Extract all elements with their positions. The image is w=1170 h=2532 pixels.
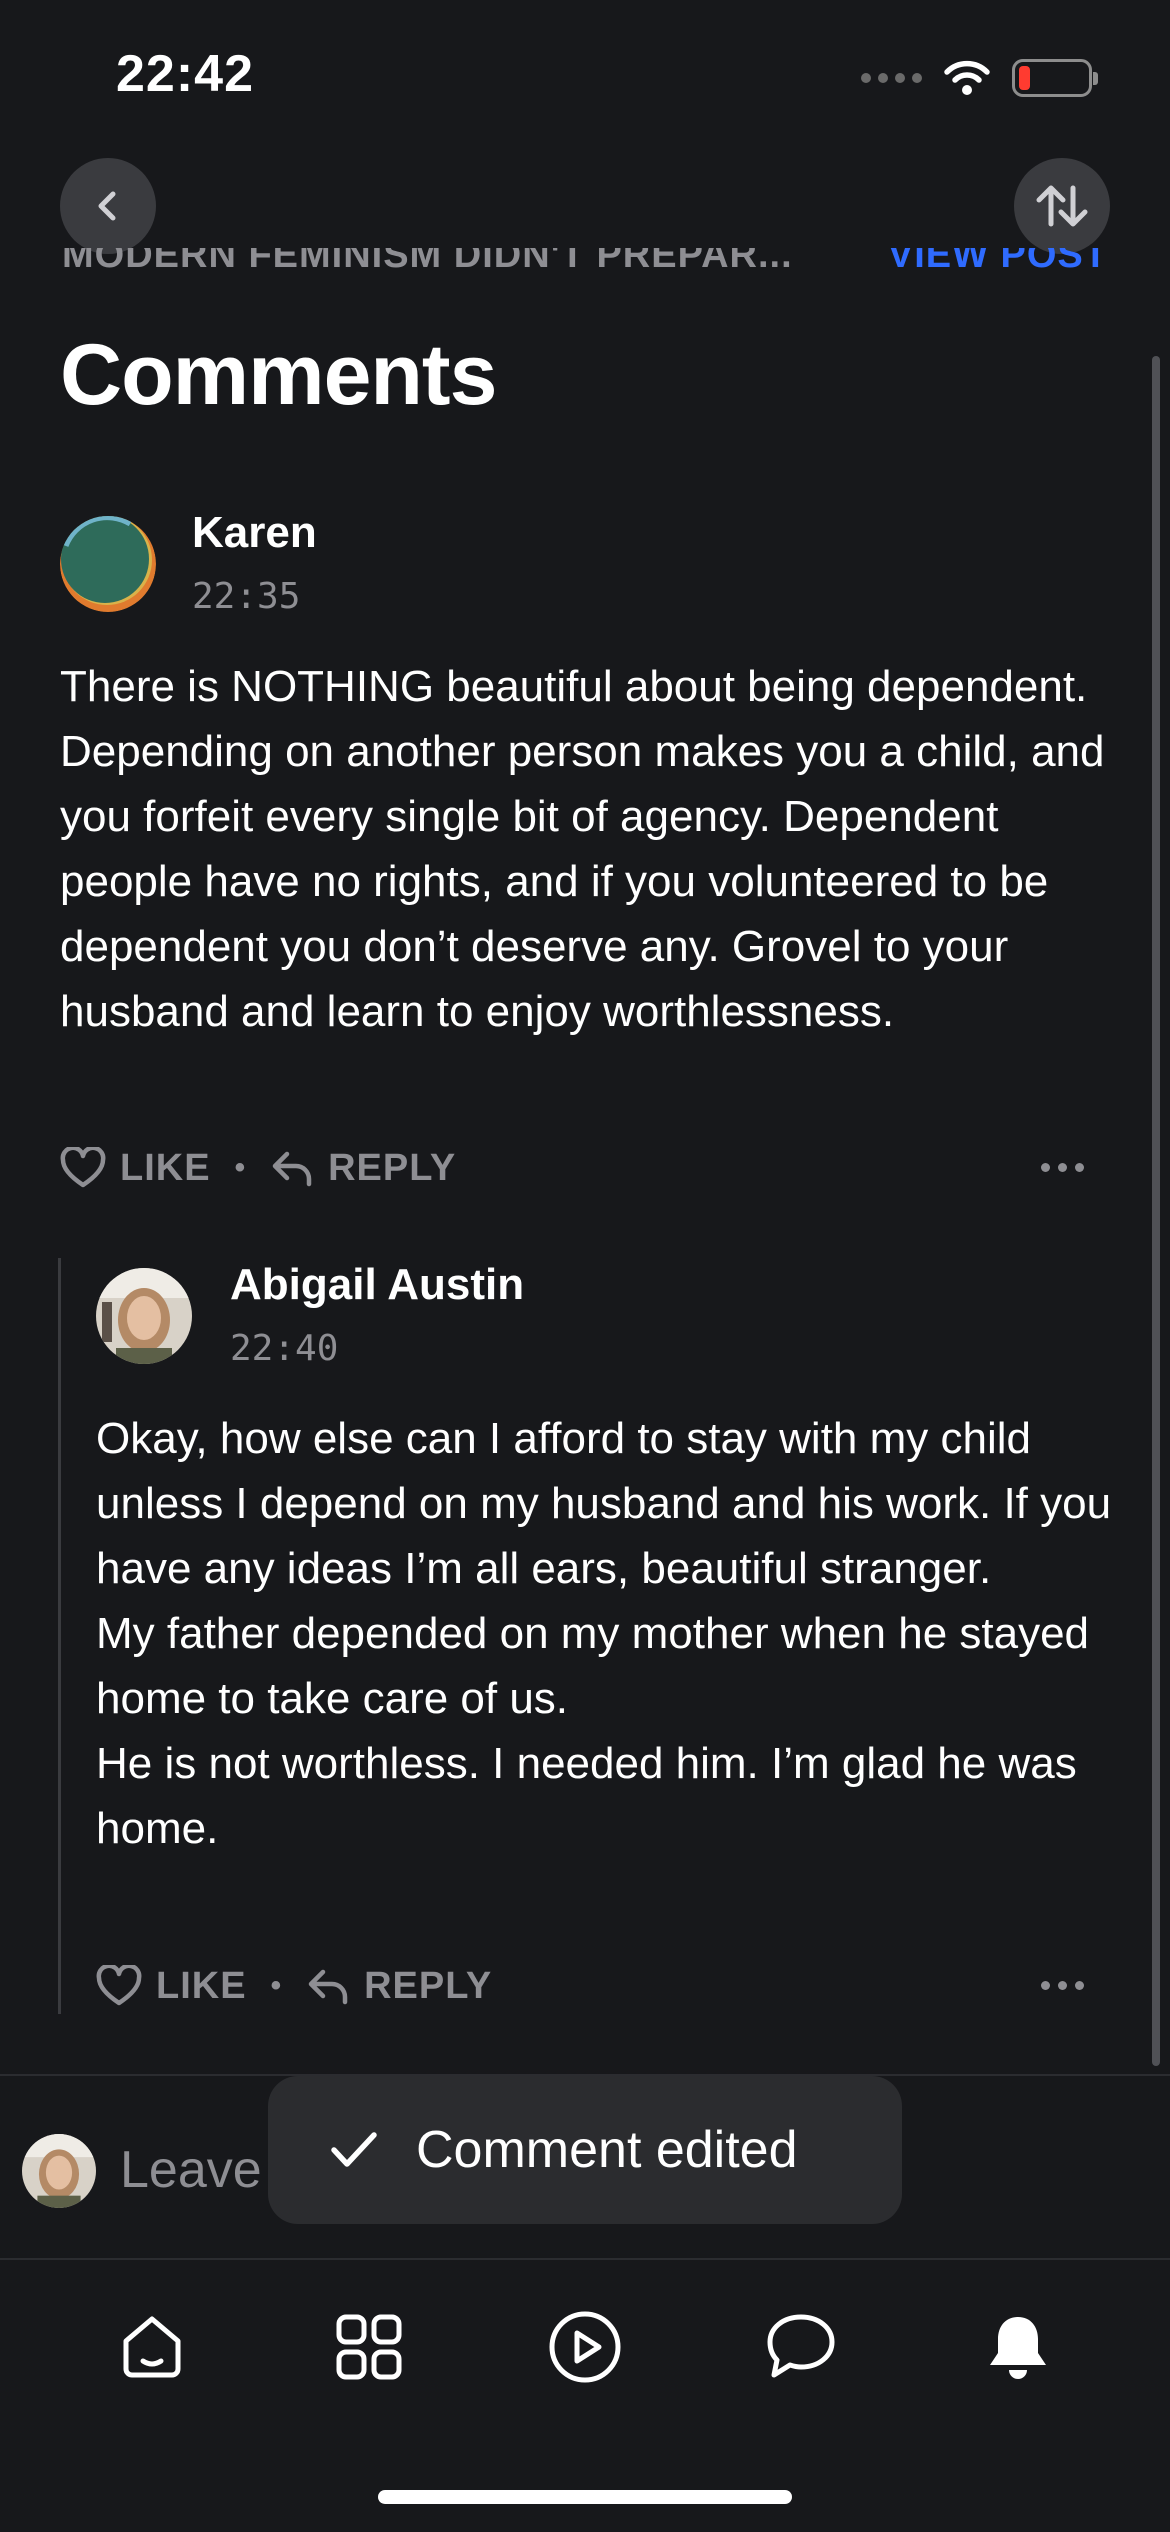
tab-home[interactable] [92,2287,212,2407]
comment-timestamp: 22:35 [192,576,301,617]
heart-icon [60,1147,106,1188]
reply-button[interactable]: REPLY [306,1965,492,2008]
grid-icon [336,2314,402,2380]
post-title: MODERN FEMINISM DIDN'T PREPAR... [62,248,793,276]
tab-notifications[interactable] [958,2287,1078,2407]
play-icon [549,2311,621,2383]
reply-button[interactable]: REPLY [270,1147,456,1190]
comment-author[interactable]: Abigail Austin [230,1260,524,1310]
battery-icon [1012,59,1098,97]
back-button[interactable] [60,158,156,254]
comment-actions: LIKE • REPLY [60,1138,456,1198]
tab-video[interactable] [525,2287,645,2407]
more-options-icon[interactable] [1041,1163,1084,1172]
home-indicator[interactable] [378,2490,792,2504]
heart-icon [96,1965,142,2006]
page-title: Comments [60,327,497,423]
thread-line [58,1258,61,2014]
like-label: LIKE [156,1964,247,2007]
cellular-signal-icon [861,73,922,83]
avatar[interactable] [96,1268,192,1364]
like-button[interactable]: LIKE [96,1965,247,2008]
comment-paragraph: Okay, how else can I afford to stay with… [96,1414,1112,1593]
tab-bar [0,2262,1170,2432]
comment-paragraph: There is NOTHING beautiful about being d… [60,662,1105,1036]
avatar[interactable] [60,516,156,612]
chat-icon [767,2314,835,2378]
more-options-icon[interactable] [1041,1981,1084,1990]
comment-paragraph: My father depended on my mother when he … [96,1609,1090,1723]
chevron-left-icon [98,191,116,221]
toast-message: Comment edited [416,2121,798,2179]
wifi-icon [944,60,990,95]
tab-browse[interactable] [309,2287,429,2407]
reply-label: REPLY [328,1146,457,1189]
view-post-link[interactable]: VIEW POST [888,248,1108,277]
toast: Comment edited [268,2076,902,2224]
divider [0,2258,1170,2260]
comment-body: There is NOTHING beautiful about being d… [60,654,1120,1044]
home-icon [123,2316,181,2378]
comment-author[interactable]: Karen [192,508,317,558]
separator-dot: • [234,1151,247,1184]
comment-timestamp: 22:40 [230,1328,339,1369]
separator-dot: • [270,1969,283,2002]
comment-input[interactable]: Leave [120,2140,262,2200]
comment-actions: LIKE • REPLY [96,1956,492,2016]
comment-paragraph: He is not worthless. I needed him. I’m g… [96,1739,1077,1853]
like-label: LIKE [120,1146,211,1189]
reply-icon [308,1969,348,2005]
tab-chat[interactable] [741,2287,861,2407]
checkmark-icon [331,2132,377,2167]
sort-arrows-icon [1036,185,1088,227]
scrollbar[interactable] [1152,356,1160,2066]
post-title-strip: MODERN FEMINISM DIDN'T PREPAR... VIEW PO… [62,248,1108,284]
sort-button[interactable] [1014,158,1110,254]
bell-icon [989,2317,1046,2379]
reply-label: REPLY [364,1964,493,2007]
like-button[interactable]: LIKE [60,1147,211,1190]
reply-icon [272,1151,312,1187]
status-indicators [861,56,1098,100]
compose-avatar [22,2134,96,2208]
status-time: 22:42 [116,45,254,103]
comment-body: Okay, how else can I afford to stay with… [96,1406,1112,1861]
